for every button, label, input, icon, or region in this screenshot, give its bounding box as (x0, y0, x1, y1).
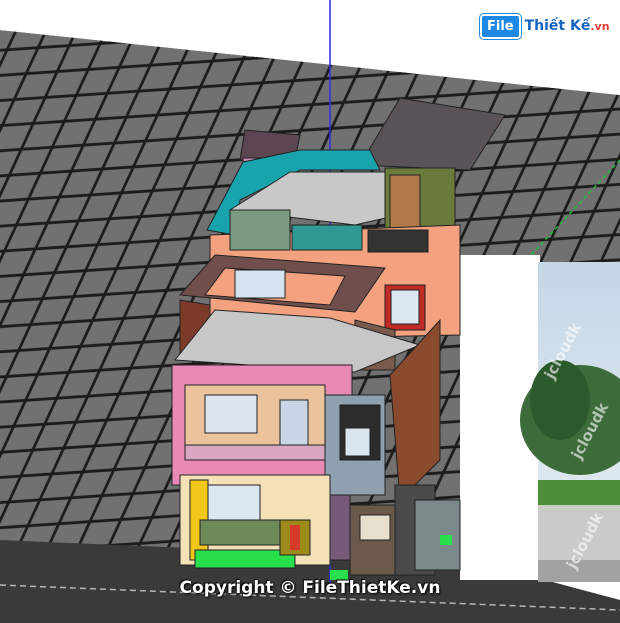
logo-badge: File (480, 13, 521, 39)
logo-name-text: Thiết Kế (524, 18, 591, 34)
logo-name: Thiết Kế.vn (525, 18, 610, 34)
logo-domain: .vn (590, 20, 610, 33)
site-logo: File Thiết Kế.vn (480, 10, 610, 42)
3d-viewport[interactable]: jcloudk jcloudk jcloudk (0, 0, 620, 623)
copyright-watermark: Copyright © FileThietKe.vn (179, 578, 441, 598)
